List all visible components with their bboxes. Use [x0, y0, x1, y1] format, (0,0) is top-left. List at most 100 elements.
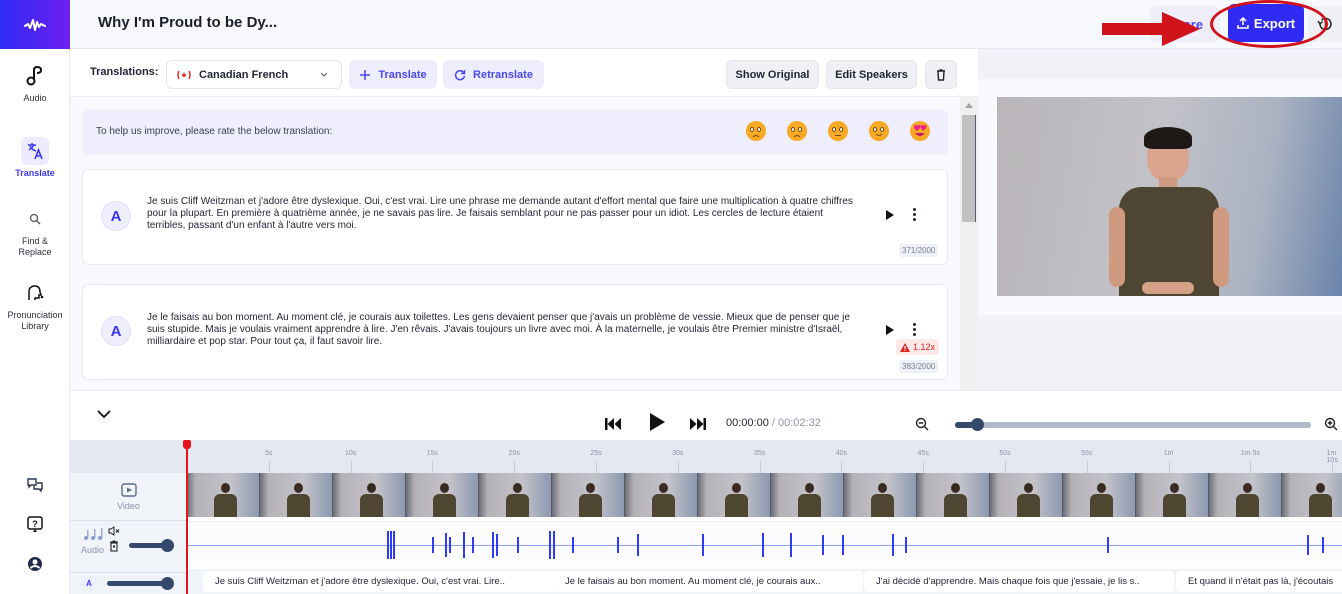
ruler-tick-line — [514, 461, 516, 473]
sidebar-item-audio[interactable]: Audio — [0, 62, 70, 104]
help-button[interactable]: ? — [0, 516, 70, 533]
waveform-spike — [790, 533, 792, 557]
account-button[interactable] — [0, 556, 70, 572]
rating-heart-eyes-face-icon[interactable] — [910, 121, 930, 141]
video-thumbnail — [1282, 473, 1342, 517]
waveform-spike — [1107, 537, 1109, 553]
ruler-tick-line — [923, 461, 925, 473]
video-preview[interactable] — [997, 97, 1342, 296]
audio-waveform-track[interactable] — [187, 521, 1342, 567]
speaker-avatar[interactable]: A — [101, 201, 131, 231]
playhead-line[interactable] — [186, 445, 188, 594]
collapse-timeline-chevron-icon[interactable] — [96, 409, 112, 419]
ruler-tick-label: 5s — [265, 450, 273, 457]
play-button[interactable] — [650, 413, 665, 431]
waveform-spike — [553, 531, 555, 559]
edit-speakers-label: Edit Speakers — [835, 68, 908, 81]
video-thumbnail — [187, 473, 260, 517]
zoom-in-icon[interactable] — [1324, 417, 1338, 431]
segment-card[interactable]: A Je suis Cliff Weitzman et j'adore être… — [82, 169, 948, 265]
speed-value: 1.12x — [913, 342, 936, 352]
translate-button[interactable]: Translate — [349, 60, 437, 89]
rating-smiling-face-icon[interactable] — [869, 121, 889, 141]
segment-card[interactable]: A Je le faisais au bon moment. Au moment… — [82, 284, 948, 380]
edit-speakers-button[interactable]: Edit Speakers — [826, 60, 917, 89]
character-count: 371/2000 — [899, 244, 939, 257]
play-segment-icon[interactable] — [886, 325, 894, 335]
translation-toolbar: Translations: Canadian French Translate … — [70, 49, 978, 97]
editor-scrollbar[interactable] — [960, 97, 978, 390]
segment-text[interactable]: Je suis Cliff Weitzman et j'adore être d… — [147, 196, 863, 232]
annotation-arrow-icon — [1102, 12, 1200, 46]
language-select[interactable]: Canadian French — [166, 60, 342, 89]
skip-back-icon[interactable] — [605, 418, 621, 430]
rating-sad-face-icon[interactable] — [787, 121, 807, 141]
speaking-head-icon — [21, 279, 49, 307]
segment-text[interactable]: Je le faisais au bon moment. Au moment c… — [147, 312, 863, 348]
play-segment-icon[interactable] — [886, 210, 894, 220]
video-thumbnail — [1209, 473, 1282, 517]
video-icon — [120, 482, 137, 497]
video-filmstrip[interactable] — [187, 473, 1342, 517]
ruler-tick-line — [1168, 461, 1170, 473]
speaker-avatar[interactable]: A — [101, 316, 131, 346]
brand-logo[interactable] — [0, 0, 70, 49]
video-thumbnail — [1063, 473, 1136, 517]
audio-volume-slider[interactable] — [129, 539, 174, 552]
subtitle-chip[interactable]: Je suis Cliff Weitzman et j'adore être d… — [203, 571, 555, 592]
video-thumbnail — [1136, 473, 1209, 517]
playhead-handle[interactable] — [183, 440, 191, 449]
ruler-tick-label: 50s — [999, 450, 1011, 457]
zoom-slider-thumb[interactable] — [971, 418, 985, 431]
refresh-icon — [454, 69, 466, 80]
zoom-out-icon[interactable] — [915, 417, 929, 431]
ruler-tick-label: 1m 5s — [1240, 450, 1260, 457]
speaker-avatar: A — [81, 575, 97, 591]
more-options-icon[interactable] — [912, 323, 916, 336]
sidebar-item-translate[interactable]: Translate — [0, 137, 70, 179]
ruler-tick-label: 25s — [590, 450, 602, 457]
music-notes-icon — [84, 528, 103, 540]
mute-speaker-icon[interactable] — [108, 526, 120, 536]
audio-volume-knob[interactable] — [161, 539, 174, 552]
video-thumbnail — [333, 473, 406, 517]
rating-very-sad-face-icon[interactable] — [746, 121, 766, 141]
chat-button[interactable] — [0, 477, 70, 493]
timeline-zoom-slider[interactable] — [955, 418, 1311, 431]
scroll-up-icon[interactable] — [965, 103, 973, 108]
timeline-ruler[interactable]: 5s 10s 15s 20s 25s 30s 35s 40s 45s 50s 55s 1m 1m 5s 1… — [70, 440, 1342, 473]
trash-icon[interactable] — [109, 540, 119, 552]
waveform-spike — [637, 534, 639, 556]
ruler-tick-label: 20s — [508, 450, 520, 457]
annotation-highlight-ellipse — [1210, 0, 1328, 48]
show-original-button[interactable]: Show Original — [726, 60, 819, 89]
audio-track-label: Audio — [81, 545, 105, 555]
scrollbar-thumb[interactable] — [962, 115, 976, 222]
app-root: Audio Translate Find & Replace Pronuncia… — [0, 0, 1342, 594]
video-preview-panel — [978, 49, 1342, 390]
delete-translation-button[interactable] — [925, 60, 957, 89]
video-thumbnail — [917, 473, 990, 517]
skip-forward-icon[interactable] — [690, 418, 706, 430]
retranslate-label: Retranslate — [473, 68, 533, 81]
ruler-tick-line — [759, 461, 761, 473]
plus-icon — [360, 69, 371, 80]
help-icon: ? — [27, 516, 43, 532]
subtitle-chip[interactable]: Je le faisais au bon moment. Au moment c… — [553, 571, 863, 592]
waveform-spike — [449, 537, 451, 553]
more-options-icon[interactable] — [912, 208, 916, 221]
sidebar-item-pronunciation-library[interactable]: Pronunciation Library — [0, 279, 70, 332]
retranslate-button[interactable]: Retranslate — [443, 60, 544, 89]
subtitle-chip[interactable]: Et quand il n'était pas là, j'écoutais — [1176, 571, 1342, 592]
rating-neutral-face-icon[interactable] — [828, 121, 848, 141]
waveform-spike — [762, 533, 764, 557]
speaker-volume-slider[interactable] — [107, 577, 174, 590]
subtitle-track: Je suis Cliff Weitzman et j'adore être d… — [187, 569, 1342, 594]
waveform-spike — [472, 537, 474, 553]
ruler-tick-label: 15s — [426, 450, 439, 457]
waveform-spike — [387, 531, 389, 559]
speaker-volume-knob[interactable] — [161, 577, 174, 590]
waveform-spike — [492, 532, 494, 558]
subtitle-chip[interactable]: J'ai décidé d'apprendre. Mais chaque foi… — [864, 571, 1174, 592]
sidebar-item-find-replace[interactable]: Find & Replace — [0, 205, 70, 258]
